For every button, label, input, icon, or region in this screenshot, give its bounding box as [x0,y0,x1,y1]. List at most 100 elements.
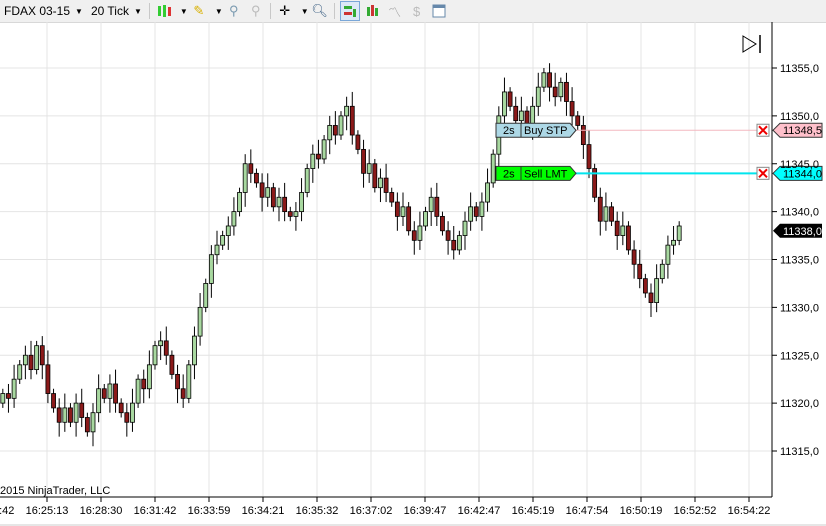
candles [0,63,682,447]
sell-limit-order[interactable]: 2s Sell LMT 11344,0 [495,165,823,181]
x-tick-label: 16:39:47 [404,505,447,517]
candle [208,245,214,298]
candle [101,383,107,404]
x-tick-label: 16:22:42 [0,505,14,517]
properties-icon[interactable] [430,2,448,20]
chevron-down-icon[interactable]: ▼ [301,7,309,16]
candle [310,144,316,183]
y-tick-label: 11345,0 [780,159,819,171]
y-tick-label: 11325,0 [780,350,819,362]
x-tick-label: 16:52:52 [674,505,717,517]
candle [17,360,23,384]
candle [586,130,592,179]
x-tick-label: 16:45:19 [512,505,555,517]
candle [642,273,648,298]
candle [293,202,299,231]
cancel-order-icon[interactable] [756,166,770,180]
candle [372,158,378,193]
candle [349,91,355,145]
candle [665,235,671,279]
pencil-draw-icon[interactable]: ✎ [190,2,208,20]
candle [34,340,40,375]
candle [597,187,603,236]
candle [428,187,434,226]
candle [580,115,586,159]
candle [423,206,428,231]
last-price-tag: 11338,0 [773,223,822,238]
candle [6,383,11,413]
chevron-down-icon[interactable]: ▼ [180,7,188,16]
candle [479,192,485,231]
buy-stop-order[interactable]: 2s Buy STP 11348,5 [495,122,823,138]
zoom-icon[interactable]: 🔍︎ [311,2,329,20]
candle [361,139,366,188]
time-axis[interactable]: 16:22:42 16:25:13 16:28:30 16:31:42 16:33:59… [0,497,770,517]
candle [451,225,457,260]
candle [11,364,17,408]
interval-selector[interactable]: 20 Tick ▼ [87,1,146,21]
candle [609,202,614,226]
candle [242,154,248,207]
candle [440,211,445,236]
x-tick-label: 16:33:59 [188,505,231,517]
candle [163,326,169,365]
candle [502,77,507,126]
candle [473,202,479,222]
candle [389,187,395,207]
candle [73,393,79,437]
candle [84,412,90,437]
instrument-label: FDAX 03-15 [4,4,71,18]
strategy-icon[interactable]: 〽 [386,2,404,20]
x-tick-label: 16:54:22 [728,505,771,517]
candle [175,364,180,404]
play-pause-icon[interactable] [742,35,761,53]
candle [304,163,310,198]
chart-toolbar: FDAX 03-15 ▼ 20 Tick ▼ ▼ ✎ ▼ ⚲ ⚲ ✛ ▼ 🔍︎ 〽 $ [0,0,826,23]
candle [186,360,192,404]
candle [203,278,209,313]
divider [269,3,271,19]
candle [648,283,654,317]
chart-trader-icon[interactable] [339,1,360,21]
candle [456,230,462,255]
candle [141,369,147,404]
order-type: Buy STP [524,125,567,137]
x-tick-label: 16:42:47 [458,505,501,517]
candle [558,77,564,102]
candle [96,374,102,423]
candle [265,173,271,207]
candlestick-style-icon[interactable] [155,2,173,20]
y-tick-label: 11355,0 [780,63,819,75]
price-chart[interactable]: 2s Buy STP 11348,52s Sell LMT 11344,0 11315,… [0,22,826,526]
instrument-selector[interactable]: FDAX 03-15 ▼ [0,1,87,21]
candle [434,182,440,226]
x-tick-label: 16:34:21 [242,505,285,517]
crosshair-icon[interactable]: ✛ [276,2,294,20]
candle [592,163,598,203]
chevron-down-icon[interactable]: ▼ [215,7,223,16]
last-price-label: 11338,0 [783,226,822,238]
bar-chart-icon[interactable] [364,2,382,20]
candle [614,211,620,250]
candle [654,264,660,313]
cancel-order-icon[interactable] [756,123,770,137]
candle [417,211,423,250]
add-indicator-icon[interactable]: ⚲ [225,2,243,20]
candle [299,178,304,222]
dollar-icon[interactable]: $ [408,2,426,20]
copyright-text: 2015 NinjaTrader, LLC [0,485,110,497]
order-lines[interactable]: 2s Buy STP 11348,52s Sell LMT 11344,0 [495,122,823,181]
candle [676,221,682,246]
x-tick-label: 16:50:19 [620,505,663,517]
y-tick-label: 11320,0 [780,398,819,410]
candle [276,187,282,222]
y-tick-label: 11350,0 [780,111,819,123]
candle [507,87,513,112]
price-axis[interactable]: 11315,0 11320,0 11325,0 11330,0 11335,0 11340… [772,63,822,458]
x-tick-label: 16:35:32 [296,505,339,517]
order-price-label: 11348,5 [783,125,822,137]
candle [383,163,389,203]
y-tick-label: 11340,0 [780,207,819,219]
x-tick-label: 16:37:02 [350,505,393,517]
remove-indicator-icon[interactable]: ⚲ [247,2,265,20]
